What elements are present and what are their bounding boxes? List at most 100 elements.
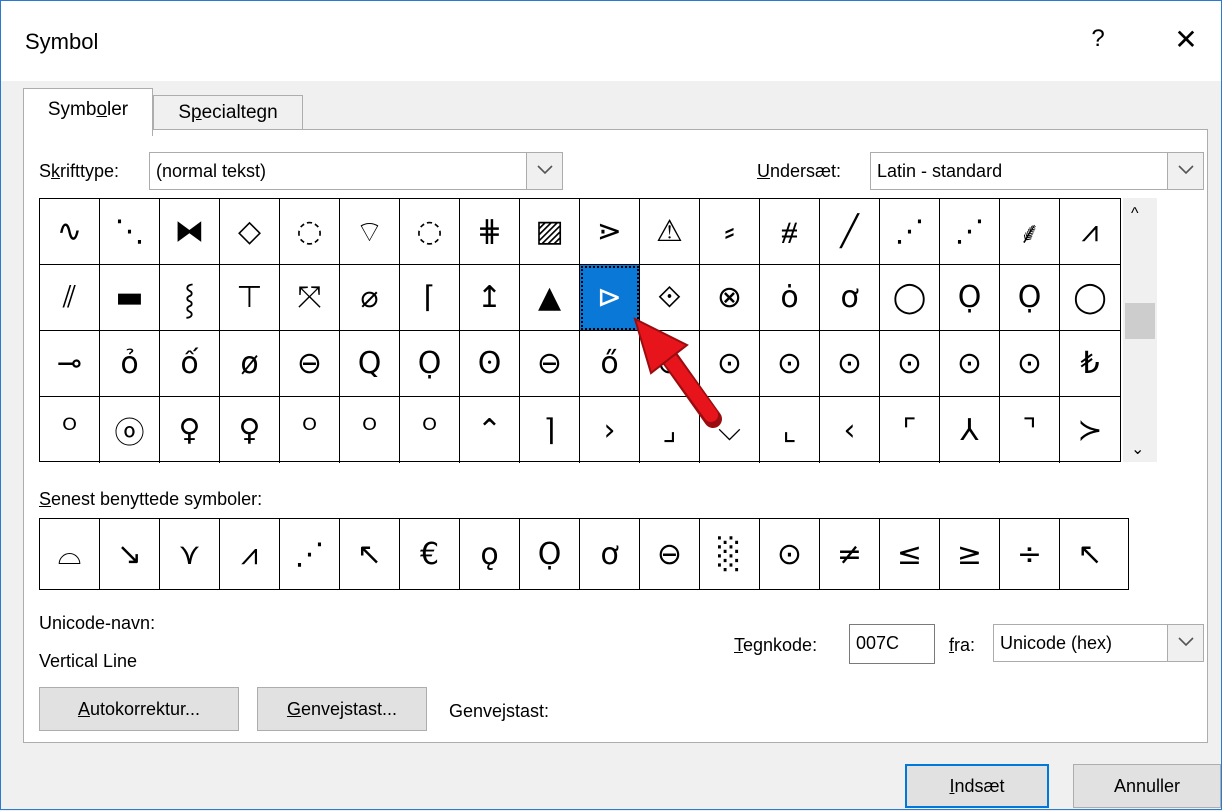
symbol-cell[interactable]: ⊖ — [280, 331, 340, 397]
symbol-cell[interactable]: ᴼ — [400, 397, 460, 463]
recent-symbol-cell[interactable]: ↖ — [340, 519, 400, 589]
symbol-cell[interactable]: ố — [160, 331, 220, 397]
symbol-cell[interactable]: ∿ — [40, 199, 100, 265]
symbol-cell[interactable]: ʘ — [460, 331, 520, 397]
recent-symbol-cell[interactable]: ⊖ — [640, 519, 700, 589]
symbol-cell[interactable]: ⧓ — [160, 199, 220, 265]
symbol-cell[interactable]: ⊙ — [880, 331, 940, 397]
tab-special-characters[interactable]: Specialtegn — [153, 95, 303, 131]
symbol-cell[interactable]: ◯ — [1060, 265, 1120, 331]
symbol-cell[interactable]: ⌟ — [640, 397, 700, 463]
symbol-cell[interactable]: ⤧ — [280, 265, 340, 331]
recent-symbol-cell[interactable]: € — [400, 519, 460, 589]
from-select-arrow[interactable] — [1167, 625, 1203, 661]
symbol-cell[interactable]: ⊙ — [760, 331, 820, 397]
cancel-button[interactable]: Annuller — [1073, 764, 1221, 808]
symbol-cell[interactable]: ◇ — [220, 199, 280, 265]
recent-symbol-cell[interactable]: ǫ — [460, 519, 520, 589]
symbol-cell[interactable]: ♀ — [220, 397, 280, 463]
symbol-cell[interactable]: ⋰ — [880, 199, 940, 265]
symbol-cell[interactable]: ⌀ — [340, 265, 400, 331]
symbol-cell[interactable]: Ọ — [940, 265, 1000, 331]
insert-button[interactable]: Indsæt — [905, 764, 1049, 808]
recent-symbol-cell[interactable]: ↖ — [1060, 519, 1120, 589]
symbol-cell[interactable]: Q — [340, 331, 400, 397]
shortcut-key-button[interactable]: Genvejstast... — [257, 687, 427, 731]
font-select-arrow[interactable] — [526, 153, 562, 189]
recent-symbol-cell[interactable]: ≤ — [880, 519, 940, 589]
symbol-cell[interactable]: ᴼ — [280, 397, 340, 463]
help-button[interactable]: ? — [1083, 25, 1113, 53]
symbol-cell[interactable]: ø — [220, 331, 280, 397]
recent-symbol-cell[interactable]: ░ — [700, 519, 760, 589]
tab-symbols[interactable]: Symboler — [23, 88, 153, 136]
symbol-cell[interactable]: ⩘ — [1060, 199, 1120, 265]
recent-symbol-cell[interactable]: ≠ — [820, 519, 880, 589]
symbol-cell[interactable]: ⊙ — [940, 331, 1000, 397]
symbol-cell[interactable]: Ọ — [400, 331, 460, 397]
symbol-cell[interactable]: ⋗ — [580, 199, 640, 265]
symbol-cell[interactable]: ⊙ — [640, 331, 700, 397]
symbol-cell[interactable]: ▲ — [520, 265, 580, 331]
symbol-cell[interactable]: ő — [580, 331, 640, 397]
close-button[interactable]: ✕ — [1169, 23, 1203, 56]
recent-symbol-cell[interactable]: ⩘ — [220, 519, 280, 589]
autocorrect-button[interactable]: Autokorrektur... — [39, 687, 239, 731]
symbol-cell[interactable]: ⊳ — [580, 265, 640, 331]
symbol-cell[interactable]: ơ — [820, 265, 880, 331]
font-select[interactable]: (normal tekst) — [149, 152, 563, 190]
symbol-cell[interactable]: ⊙ — [1000, 331, 1060, 397]
symbol-cell[interactable]: ⊖ — [520, 331, 580, 397]
recent-symbol-cell[interactable]: ⋎ — [160, 519, 220, 589]
symbol-cell[interactable]: ◯ — [880, 265, 940, 331]
symbol-cell[interactable]: ⋱ — [100, 199, 160, 265]
symbol-cell[interactable]: ᴼ — [340, 397, 400, 463]
recent-symbol-cell[interactable]: ÷ — [1000, 519, 1060, 589]
scroll-up-icon[interactable]: ^ — [1131, 205, 1139, 223]
symbol-cell[interactable]: ₺ — [1060, 331, 1120, 397]
symbol-cell[interactable]: › — [580, 397, 640, 463]
symbol-cell[interactable]: ⌞ — [760, 397, 820, 463]
recent-symbol-cell[interactable]: ⌓ — [40, 519, 100, 589]
symbol-cell[interactable]: ⚠ — [640, 199, 700, 265]
symbol-cell[interactable]: ⫽ — [40, 265, 100, 331]
recent-symbol-cell[interactable]: Ọ — [520, 519, 580, 589]
symbol-cell[interactable]: ◌ — [400, 199, 460, 265]
symbol-cell[interactable]: ⊙ — [700, 331, 760, 397]
symbol-cell[interactable]: ⸙ — [1000, 199, 1060, 265]
symbol-cell[interactable]: ⸗ — [700, 199, 760, 265]
symbol-cell[interactable]: ⊙ — [820, 331, 880, 397]
symbol-cell[interactable]: ↥ — [460, 265, 520, 331]
symbol-cell[interactable]: ⌃ — [460, 397, 520, 463]
symbol-cell[interactable]: ᴼ — [40, 397, 100, 463]
recent-symbol-cell[interactable]: ⋰ — [280, 519, 340, 589]
symbol-cell[interactable]: ♀ — [160, 397, 220, 463]
symbol-cell[interactable]: ⌉ — [520, 397, 580, 463]
symbol-cell[interactable]: ⅄ — [940, 397, 1000, 463]
symbol-cell[interactable]: ⧣ — [760, 199, 820, 265]
symbol-cell[interactable]: ȯ — [760, 265, 820, 331]
symbol-cell[interactable]: ⸾ — [160, 265, 220, 331]
symbol-cell[interactable]: ⊗ — [700, 265, 760, 331]
symbol-cell[interactable]: ⌝ — [1000, 397, 1060, 463]
symbol-cell[interactable]: ⌈ — [400, 265, 460, 331]
symbol-cell[interactable]: ▨ — [520, 199, 580, 265]
symbol-cell[interactable]: ỏ — [100, 331, 160, 397]
symbol-cell[interactable]: ‹ — [820, 397, 880, 463]
recent-symbol-cell[interactable]: ⊙ — [760, 519, 820, 589]
symbol-cell[interactable]: ⊤ — [220, 265, 280, 331]
symbol-cell[interactable]: ⓞ — [100, 397, 160, 463]
recent-symbol-cell[interactable]: ↘ — [100, 519, 160, 589]
scrollbar-thumb[interactable] — [1125, 303, 1155, 339]
char-code-input[interactable]: 007C — [849, 624, 935, 664]
symbol-cell[interactable]: ≻ — [1060, 397, 1120, 463]
symbol-cell[interactable]: ⋰ — [940, 199, 1000, 265]
scroll-down-icon[interactable]: ⌄ — [1131, 439, 1144, 459]
symbol-cell[interactable]: Ọ — [1000, 265, 1060, 331]
recent-symbol-cell[interactable]: ≥ — [940, 519, 1000, 589]
subset-select-arrow[interactable] — [1167, 153, 1203, 189]
from-select[interactable]: Unicode (hex) — [993, 624, 1204, 662]
symbol-cell[interactable]: ╱ — [820, 199, 880, 265]
symbol-cell[interactable]: ⋕ — [460, 199, 520, 265]
subset-select[interactable]: Latin - standard — [870, 152, 1204, 190]
